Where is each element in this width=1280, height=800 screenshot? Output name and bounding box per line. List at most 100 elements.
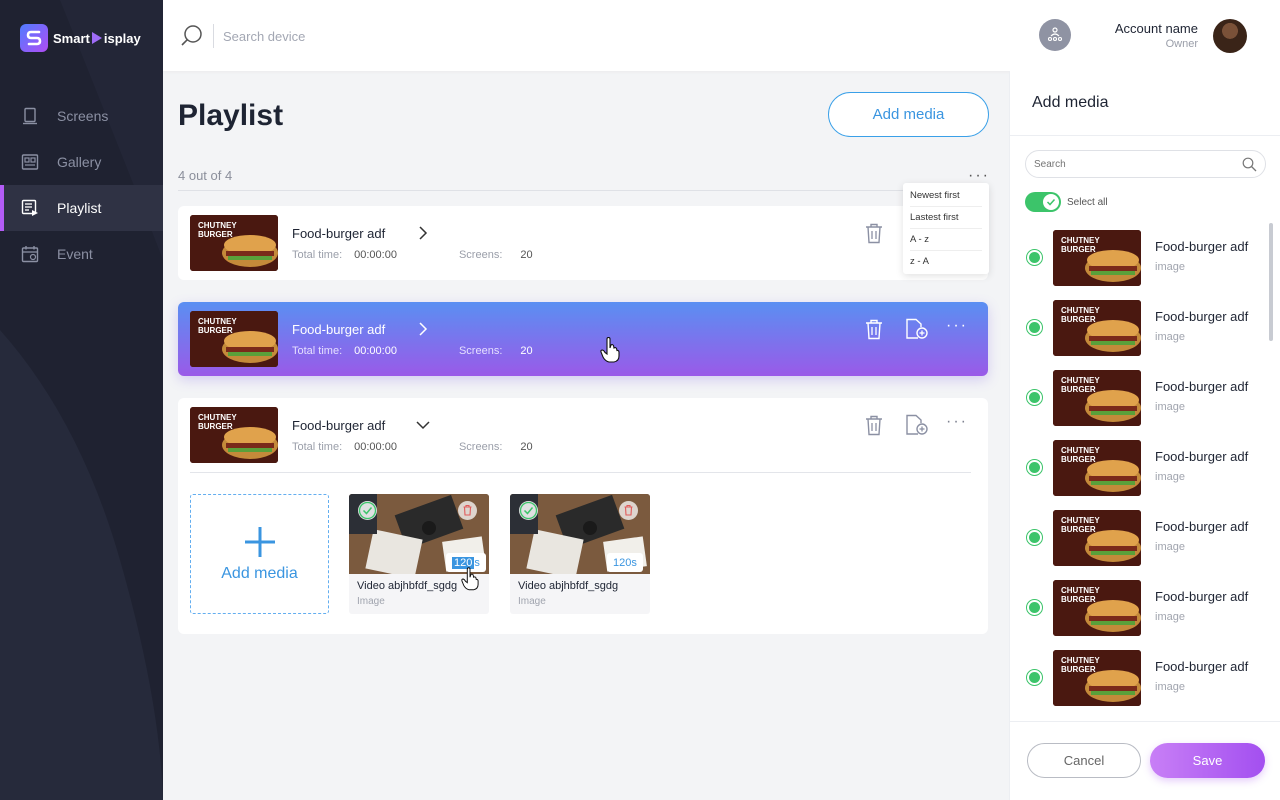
sort-option-newest[interactable]: Newest first [910, 185, 982, 207]
calendar-icon [21, 245, 39, 263]
add-to-screen-icon[interactable] [905, 318, 929, 340]
divider [1010, 721, 1280, 722]
sidebar-item-playlist[interactable]: Playlist [0, 185, 163, 231]
media-name: Food-burger adf [1155, 449, 1249, 464]
check-icon[interactable] [519, 501, 538, 520]
divider [178, 190, 988, 191]
playlist-name: Food-burger adf [292, 418, 386, 433]
media-name: Food-burger adf [1155, 519, 1249, 534]
select-all-label: Select all [1067, 197, 1108, 208]
screens-value: 20 [520, 249, 533, 261]
playlist-meta: Total time: 00:00:00 Screens: 20 [292, 249, 533, 261]
delete-media-icon[interactable] [458, 501, 477, 520]
media-title: Video abjhbfdf_sgdg [357, 580, 458, 592]
thumb-text-line2: BURGER [198, 422, 233, 431]
add-to-screen-icon[interactable] [905, 414, 929, 436]
media-title: Video abjhbfdf_sgdg [518, 580, 619, 592]
app-name-part2: isplay [103, 30, 141, 46]
radio-selected-icon[interactable] [1026, 459, 1043, 476]
select-all-toggle[interactable] [1025, 192, 1061, 212]
hand-cursor-icon [600, 337, 620, 363]
trash-icon[interactable] [864, 415, 884, 436]
radio-selected-icon[interactable] [1026, 249, 1043, 266]
avatar[interactable] [1213, 19, 1247, 53]
list-item[interactable]: CHUTNEY BURGER Food-burger adf image [1025, 578, 1270, 638]
search-device-input[interactable] [223, 28, 423, 44]
play-d-icon [91, 31, 103, 45]
more-options-icon[interactable]: ··· [946, 413, 968, 431]
list-item[interactable]: CHUTNEY BURGER Food-burger adf image [1025, 508, 1270, 568]
media-thumbnail: CHUTNEY BURGER [1053, 300, 1141, 356]
list-item[interactable]: CHUTNEY BURGER Food-burger adf image [1025, 648, 1270, 708]
app-name: Smart isplay [53, 31, 141, 46]
radio-selected-icon[interactable] [1026, 669, 1043, 686]
account-info[interactable]: Account name Owner [1115, 21, 1198, 50]
screens-label: Screens: [458, 249, 503, 261]
add-media-panel: Add media Select all CHUTNEYBURGER Food-… [1009, 71, 1280, 800]
search-icon[interactable] [1242, 157, 1257, 172]
trash-icon[interactable] [864, 319, 884, 340]
search-icon[interactable] [180, 24, 204, 48]
app-name-part1: Smart [53, 30, 90, 46]
panel-scrollbar[interactable] [1269, 223, 1273, 341]
radio-selected-icon[interactable] [1026, 529, 1043, 546]
check-icon[interactable] [358, 501, 377, 520]
thumb-text-line2: BURGER [1061, 315, 1096, 324]
duration-value: 120 [613, 556, 632, 569]
thumb-text-line2: BURGER [1061, 595, 1096, 604]
media-thumbnail: CHUTNEY BURGER [1053, 650, 1141, 706]
monitor-icon [21, 107, 39, 125]
media-tile[interactable]: 120 s Video abjhbfdf_sgdg Image [349, 494, 489, 614]
chevron-right-icon[interactable] [418, 226, 428, 240]
list-item[interactable]: CHUTNEY BURGER Food-burger adf image [1025, 438, 1270, 498]
duration-unit: s [631, 556, 637, 569]
sort-option-a-z[interactable]: A - z [910, 229, 982, 251]
thumb-text-line1: CHUTNEY [1061, 516, 1100, 525]
cancel-button[interactable]: Cancel [1027, 743, 1141, 778]
playlist-card-expanded: CHUTNEY BURGER Food-burger adf Total tim… [178, 398, 988, 634]
list-item[interactable]: CHUTNEY BURGER Food-burger adf image [1025, 368, 1270, 428]
account-name: Account name [1114, 21, 1198, 36]
radio-selected-icon[interactable] [1026, 599, 1043, 616]
sidebar-item-gallery[interactable]: Gallery [0, 139, 163, 185]
sidebar-nav: Screens Gallery Playlist Event [0, 93, 163, 277]
media-name: Food-burger adf [1155, 309, 1249, 324]
sort-menu: Newest first Lastest first A - z z - A [903, 183, 989, 274]
save-button[interactable]: Save [1150, 743, 1265, 778]
sidebar-item-label: Playlist [57, 200, 102, 216]
more-options-icon[interactable]: ··· [946, 317, 968, 335]
chevron-right-icon[interactable] [418, 322, 428, 336]
media-type: image [1155, 681, 1185, 693]
trash-icon[interactable] [864, 223, 884, 244]
playlist-card-highlighted[interactable]: CHUTNEY BURGER Food-burger adf Total tim… [178, 302, 988, 376]
divider [190, 472, 971, 473]
thumb-text-line1: CHUTNEY [1061, 446, 1100, 455]
thumb-text-line2: BURGER [198, 326, 233, 335]
panel-search-input[interactable] [1034, 158, 1242, 170]
sort-option-lastest[interactable]: Lastest first [910, 207, 982, 229]
delete-media-icon[interactable] [619, 501, 638, 520]
duration-input[interactable]: 120 s [607, 553, 643, 572]
total-time-value: 00:00:00 [354, 441, 397, 453]
sidebar-item-screens[interactable]: Screens [0, 93, 163, 139]
playlist-thumbnail: CHUTNEY BURGER [190, 215, 278, 271]
thumb-text-line1: CHUTNEY [198, 221, 237, 230]
add-media-tile[interactable]: Add media [190, 494, 329, 614]
radio-selected-icon[interactable] [1026, 389, 1043, 406]
sort-option-z-a[interactable]: z - A [910, 251, 982, 272]
radio-selected-icon[interactable] [1026, 319, 1043, 336]
logo[interactable]: Smart isplay [20, 24, 141, 52]
list-item[interactable]: CHUTNEY BURGER Food-burger adf image [1025, 298, 1270, 358]
chevron-down-icon[interactable] [416, 420, 430, 430]
media-tile[interactable]: 120 s Video abjhbfdf_sgdg Image [510, 494, 650, 614]
add-media-button[interactable]: Add media [828, 92, 989, 137]
thumb-text-line2: BURGER [1061, 385, 1096, 394]
org-badge-icon[interactable] [1039, 19, 1071, 51]
playlist-name: Food-burger adf [292, 226, 386, 241]
playlist-card[interactable]: CHUTNEY BURGER Food-burger adf Total tim… [178, 206, 988, 280]
total-time-label: Total time: [292, 441, 343, 453]
sidebar-item-event[interactable]: Event [0, 231, 163, 277]
thumb-text-line1: CHUTNEY [1061, 376, 1100, 385]
screens-label: Screens: [458, 345, 503, 357]
list-item[interactable]: CHUTNEY BURGER Food-burger adf image [1025, 228, 1270, 288]
